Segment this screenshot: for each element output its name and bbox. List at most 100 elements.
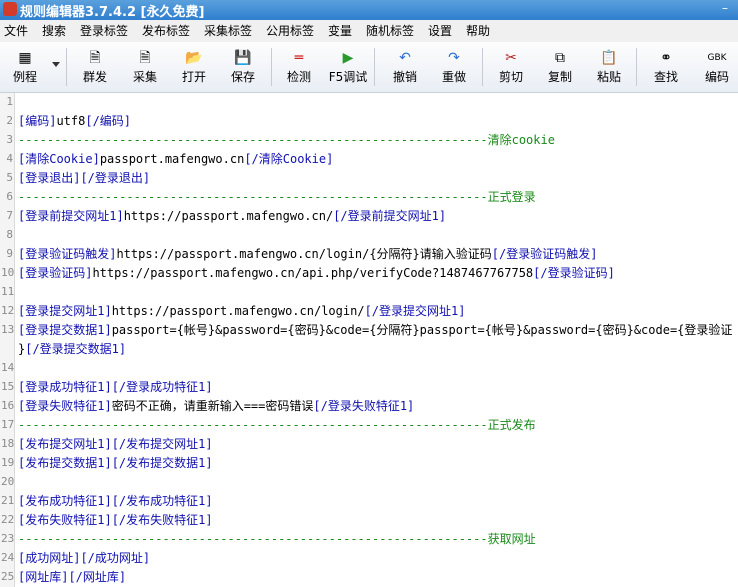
- encoding-icon: GBK: [707, 53, 727, 63]
- line-number: 11: [1, 285, 15, 298]
- code-line: 18 [发布提交网址1][/发布提交网址1]: [0, 435, 738, 453]
- line-number: 4: [6, 152, 13, 165]
- line-number: 6: [6, 190, 13, 203]
- line-number: 22: [1, 513, 15, 526]
- collect-button[interactable]: 🗎 采集: [122, 44, 168, 90]
- app-icon: [3, 2, 17, 16]
- toolbar-divider: [374, 48, 375, 86]
- redo-button[interactable]: ↷ 重做: [431, 44, 477, 90]
- line-text: }[/登录提交数据1]: [18, 342, 127, 356]
- line-text: [登录退出][/登录退出]: [18, 171, 151, 185]
- copy-button[interactable]: ⧉ 复制: [537, 44, 583, 90]
- code-line: 9 [登录验证码触发]https://passport.mafengwo.cn/l…: [0, 245, 738, 263]
- menu-publish-tags[interactable]: 发布标签: [142, 20, 190, 42]
- code-line: 15 [登录成功特征1][/登录成功特征1]: [0, 378, 738, 396]
- menu-file[interactable]: 文件: [4, 20, 28, 42]
- code-line: 19 [发布提交数据1][/发布提交数据1]: [0, 454, 738, 472]
- line-text: [发布失败特征1][/发布失败特征1]: [18, 513, 213, 527]
- line-number: 5: [6, 171, 13, 184]
- paste-icon: 📋: [600, 50, 618, 66]
- toolbar-divider: [636, 48, 637, 86]
- code-line: 24 [成功网址][/成功网址]: [0, 549, 738, 567]
- line-text: [登录验证码触发]https://passport.mafengwo.cn/lo…: [18, 247, 598, 261]
- line-text: [发布成功特征1][/发布成功特征1]: [18, 494, 213, 508]
- line-text: [登录验证码]https://passport.mafengwo.cn/api.…: [18, 266, 615, 280]
- line-number: 13: [1, 323, 15, 336]
- line-number: 14: [1, 361, 15, 374]
- line-number: 8: [6, 228, 13, 241]
- menu-collect-tags[interactable]: 采集标签: [204, 20, 252, 42]
- paste-button[interactable]: 📋 粘贴: [586, 44, 632, 90]
- line-text: [登录提交网址1]https://passport.mafengwo.cn/lo…: [18, 304, 466, 318]
- code-line: 12 [登录提交网址1]https://passport.mafengwo.cn/…: [0, 302, 738, 320]
- menu-settings[interactable]: 设置: [428, 20, 452, 42]
- menu-login-tags[interactable]: 登录标签: [80, 20, 128, 42]
- menu-random-tags[interactable]: 随机标签: [366, 20, 414, 42]
- line-number: 18: [1, 437, 15, 450]
- undo-button[interactable]: ↶ 撤销: [382, 44, 428, 90]
- code-line: 10 [登录验证码]https://passport.mafengwo.cn/ap…: [0, 264, 738, 282]
- code-editor[interactable]: 1 2 [编码]utf8[/编码] 3 ------------------------…: [0, 93, 738, 587]
- toolbar-divider: [271, 48, 272, 86]
- menu-search[interactable]: 搜索: [42, 20, 66, 42]
- line-number: 15: [1, 380, 15, 393]
- chevron-down-icon[interactable]: [52, 62, 60, 67]
- code-line: 6 ---------------------------------------…: [0, 188, 738, 206]
- code-line: 16 [登录失败特征1]密码不正确，请重新输入===密码错误[/登录失败特征1]: [0, 397, 738, 415]
- code-line: 20: [0, 473, 738, 491]
- save-button[interactable]: 💾 保存: [220, 44, 266, 90]
- save-icon: 💾: [234, 50, 252, 66]
- toolbar: ▦ 例程 🗎 群发 🗎 采集 📂 打开 💾 保存 ═ 检测 ▶ F5调试 ↶ 撤…: [0, 42, 738, 93]
- mass-post-button[interactable]: 🗎 群发: [72, 44, 118, 90]
- line-number: 12: [1, 304, 15, 317]
- code-line: 5 [登录退出][/登录退出]: [0, 169, 738, 187]
- line-text: [网址库][/网址库]: [18, 570, 127, 584]
- code-line: 17 --------------------------------------…: [0, 416, 738, 434]
- debug-button[interactable]: ▶ F5调试: [325, 44, 371, 90]
- code-line: 11: [0, 283, 738, 301]
- code-line: 22 [发布失败特征1][/发布失败特征1]: [0, 511, 738, 529]
- line-number: 3: [6, 133, 13, 146]
- code-line: 8: [0, 226, 738, 244]
- check-icon: ═: [294, 50, 304, 66]
- line-text: [成功网址][/成功网址]: [18, 551, 151, 565]
- line-text: [登录成功特征1][/登录成功特征1]: [18, 380, 213, 394]
- cut-button[interactable]: ✂ 剪切: [488, 44, 534, 90]
- open-button[interactable]: 📂 打开: [171, 44, 217, 90]
- line-number: 20: [1, 475, 15, 488]
- line-number: 16: [1, 399, 15, 412]
- line-text: [发布提交网址1][/发布提交网址1]: [18, 437, 213, 451]
- code-line: 7 [登录前提交网址1]https://passport.mafengwo.cn/…: [0, 207, 738, 225]
- menu-bar: 文件 搜索 登录标签 发布标签 采集标签 公用标签 变量 随机标签 设置 帮助: [0, 20, 738, 42]
- encoding-button[interactable]: GBK 编码: [696, 44, 738, 90]
- code-line: }[/登录提交数据1]: [0, 340, 738, 358]
- menu-variables[interactable]: 变量: [328, 20, 352, 42]
- binoculars-icon: ⚭: [660, 50, 672, 66]
- code-line: 14: [0, 359, 738, 377]
- line-text: [编码]utf8[/编码]: [18, 114, 132, 128]
- code-line: 25 [网址库][/网址库]: [0, 568, 738, 586]
- find-button[interactable]: ⚭ 查找: [643, 44, 689, 90]
- code-line: 21 [发布成功特征1][/发布成功特征1]: [0, 492, 738, 510]
- document-icon: 🗎: [139, 50, 151, 66]
- line-text: ----------------------------------------…: [18, 133, 555, 147]
- check-button[interactable]: ═ 检测: [276, 44, 322, 90]
- minimize-icon[interactable]: –: [718, 2, 732, 16]
- line-text: [发布提交数据1][/发布提交数据1]: [18, 456, 213, 470]
- copy-icon: ⧉: [555, 50, 565, 66]
- line-number: 10: [1, 266, 15, 279]
- line-number: 2: [6, 114, 13, 127]
- menu-common-tags[interactable]: 公用标签: [266, 20, 314, 42]
- line-number: 19: [1, 456, 15, 469]
- code-line: 23 --------------------------------------…: [0, 530, 738, 548]
- undo-icon: ↶: [399, 50, 411, 66]
- menu-help[interactable]: 帮助: [466, 20, 490, 42]
- grid-icon: ▦: [18, 50, 32, 66]
- line-number: 7: [6, 209, 13, 222]
- title-bar: 规则编辑器3.7.4.2 [永久免费] –: [0, 0, 738, 20]
- toolbar-divider: [66, 48, 67, 86]
- toolbar-divider: [482, 48, 483, 86]
- code-line: 4 [清除Cookie]passport.mafengwo.cn[/清除Cooki…: [0, 150, 738, 168]
- examples-button[interactable]: ▦ 例程: [2, 44, 48, 90]
- line-number: 24: [1, 551, 15, 564]
